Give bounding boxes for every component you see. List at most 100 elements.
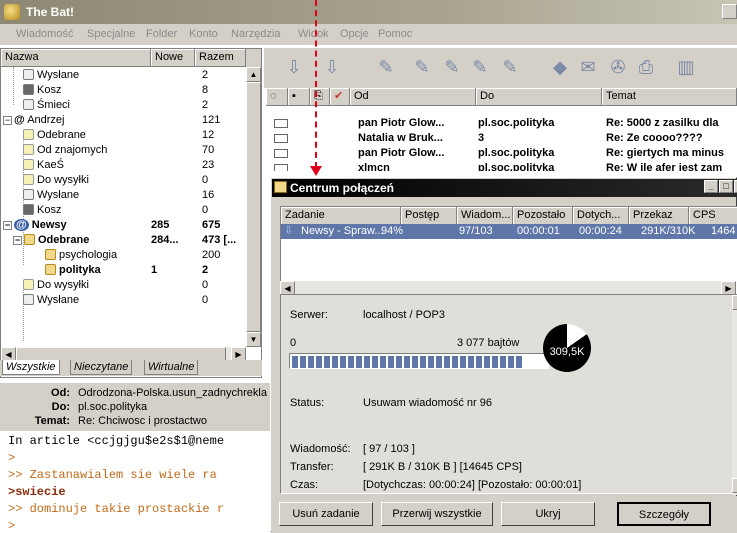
view-icon[interactable]: ✇	[608, 56, 628, 78]
collapse-toggle[interactable]: −	[3, 116, 12, 125]
folder-row[interactable]: Kosz 8	[1, 83, 246, 98]
reply-all-icon[interactable]: ✎	[442, 56, 462, 78]
maximize-icon[interactable]: □	[719, 180, 733, 193]
tab-virtual[interactable]: Wirtualne	[144, 360, 199, 375]
menu-konto[interactable]: Konto	[189, 28, 218, 40]
folder-icon	[23, 144, 34, 155]
scroll-down-arrow-icon[interactable]: ▼	[246, 332, 261, 347]
collapse-toggle[interactable]: −	[3, 221, 12, 230]
folder-row[interactable]: Od znajomych 70	[1, 143, 246, 158]
body-line: In article <ccjgjgu$e2s$1@neme	[8, 434, 225, 448]
folder-name: Kosz	[37, 204, 62, 216]
redirect-icon[interactable]: ✎	[500, 56, 520, 78]
progress-segment	[348, 356, 354, 368]
folder-row[interactable]: Wysłane 0	[1, 293, 246, 308]
folder-row[interactable]: Do wysyłki 0	[1, 173, 246, 188]
bytes-total: 3 077 bajtów	[457, 337, 520, 349]
folder-icon	[23, 159, 34, 170]
menu-opcje[interactable]: Opcje	[340, 28, 369, 40]
print-icon[interactable]: ⎙	[636, 56, 656, 78]
scroll-thumb[interactable]	[246, 82, 261, 332]
window-control-button[interactable]	[722, 4, 737, 19]
column-messages[interactable]: Wiadom...	[457, 207, 513, 225]
message-body[interactable]: In article <ccjgjgu$e2s$1@neme > >> Zast…	[0, 431, 275, 533]
column-total[interactable]: Razem	[195, 49, 246, 67]
folder-tree[interactable]: Nazwa Nowe Razem Wysłane 2 Kosz 8 Śmieci…	[0, 48, 262, 378]
task-row[interactable]: ⇩ Newsy - Spraw... 94% 97/103 00:00:01 0…	[281, 224, 737, 239]
detail-vertical-scrollbar[interactable]: ▲ ▼	[732, 295, 737, 495]
get-mail-icon[interactable]: ⇩	[284, 56, 304, 78]
folder-row[interactable]: Wysłane 2	[1, 68, 246, 83]
folder-row[interactable]: psychologia 200	[1, 248, 246, 263]
tab-all[interactable]: Wszystkie	[2, 360, 60, 375]
folder-row[interactable]: Kosz 0	[1, 203, 246, 218]
folder-row-account[interactable]: − @ Andrzej 121	[1, 113, 246, 128]
folder-row[interactable]: Do wysyłki 0	[1, 278, 246, 293]
collapse-toggle[interactable]: −	[13, 236, 22, 245]
hide-button[interactable]: Ukryj	[501, 502, 595, 526]
menu-narzedzia[interactable]: Narzędzia	[231, 28, 281, 40]
folder-vertical-scrollbar[interactable]: ▲ ▼	[246, 67, 261, 347]
menu-folder[interactable]: Folder	[146, 28, 177, 40]
message-row[interactable]: pan Piotr Glow... pl.soc.polityka Re: gi…	[266, 146, 737, 160]
details-button[interactable]: Szczegóły	[617, 502, 711, 526]
message-row[interactable]: xlmcn pl.soc.polityka Re: W ile afer jes…	[266, 161, 737, 171]
column-flag-icon[interactable]: ✔	[330, 88, 350, 106]
menu-widok[interactable]: Widok	[298, 28, 329, 40]
scroll-up-arrow-icon[interactable]: ▲	[246, 67, 261, 82]
task-messages: 97/103	[459, 225, 493, 237]
column-to[interactable]: Do	[476, 88, 602, 106]
reply-icon[interactable]: ✎	[412, 56, 432, 78]
message-to: pl.soc.polityka	[478, 162, 555, 171]
column-task[interactable]: Zadanie	[281, 207, 401, 225]
minimize-icon[interactable]: _	[704, 180, 718, 193]
tab-unread[interactable]: Nieczytane	[70, 360, 133, 375]
message-row[interactable]: pan Piotr Glow... pl.soc.polityka Re: 50…	[266, 116, 737, 130]
column-priority-icon[interactable]: ▪	[288, 88, 310, 106]
folder-name: KaeŚ	[37, 159, 64, 171]
from-value: Odrodzona-Polska.usun_zadnychrekla	[78, 387, 267, 399]
scroll-up-arrow-icon[interactable]: ▲	[732, 295, 737, 310]
new-message-icon[interactable]: ✎	[376, 56, 396, 78]
menu-pomoc[interactable]: Pomoc	[378, 28, 412, 40]
abort-all-button[interactable]: Przerwij wszystkie	[381, 502, 493, 526]
envelope-icon	[274, 119, 288, 128]
folder-row[interactable]: Śmieci 2	[1, 98, 246, 113]
envelope-icon	[274, 149, 288, 158]
delete-icon[interactable]: ▥	[676, 56, 696, 78]
address-book-icon[interactable]: ◆	[550, 56, 570, 78]
folder-total-count: 70	[202, 144, 215, 156]
message-row[interactable]: Natalia w Bruk... 3 Re: Ze coooo????	[266, 131, 737, 145]
column-transfer[interactable]: Przekaz	[629, 207, 689, 225]
progress-segment	[332, 356, 338, 368]
column-elapsed[interactable]: Dotych...	[573, 207, 629, 225]
column-cps[interactable]: CPS	[689, 207, 737, 225]
folder-name: Newsy	[31, 219, 67, 231]
folder-row[interactable]: Odebrane 12	[1, 128, 246, 143]
send-mail-icon[interactable]: ⇩	[322, 56, 342, 78]
column-remaining[interactable]: Pozostało	[513, 207, 573, 225]
scroll-down-arrow-icon[interactable]: ▼	[732, 478, 737, 493]
dialog-title-bar[interactable]: Centrum połączeń	[272, 179, 737, 197]
connection-center-dialog[interactable]: Centrum połączeń _ □ Zadanie Postęp Wiad…	[270, 177, 737, 533]
message-list[interactable]: ◌ ▪ ⎘ ✔ Od Do Temat pan Piotr Glow... pl…	[266, 88, 737, 178]
column-attachment-icon[interactable]: ⎘	[310, 88, 330, 106]
menu-specjalne[interactable]: Specjalne	[87, 28, 135, 40]
folder-row-account[interactable]: − @ Newsy 285 675	[1, 218, 246, 233]
folder-row[interactable]: − Odebrane 284... 473 [...	[1, 233, 246, 248]
remove-task-button[interactable]: Usuń zadanie	[279, 502, 373, 526]
column-new[interactable]: Nowe	[151, 49, 195, 67]
forward-icon[interactable]: ✎	[470, 56, 490, 78]
column-from[interactable]: Od	[350, 88, 476, 106]
column-progress[interactable]: Postęp	[401, 207, 457, 225]
column-name[interactable]: Nazwa	[1, 49, 151, 67]
window-title-bar[interactable]: The Bat!	[0, 0, 737, 24]
column-status-icon[interactable]: ◌	[266, 88, 288, 106]
options-icon[interactable]: ✉	[578, 56, 598, 78]
folder-row[interactable]: Wysłane 16	[1, 188, 246, 203]
folder-row[interactable]: polityka 1 2	[1, 263, 246, 278]
menu-wiadomosc[interactable]: Wiadomość	[16, 28, 73, 40]
connection-center-icon	[274, 181, 287, 193]
column-subject[interactable]: Temat	[602, 88, 737, 106]
folder-row[interactable]: KaeŚ 23	[1, 158, 246, 173]
